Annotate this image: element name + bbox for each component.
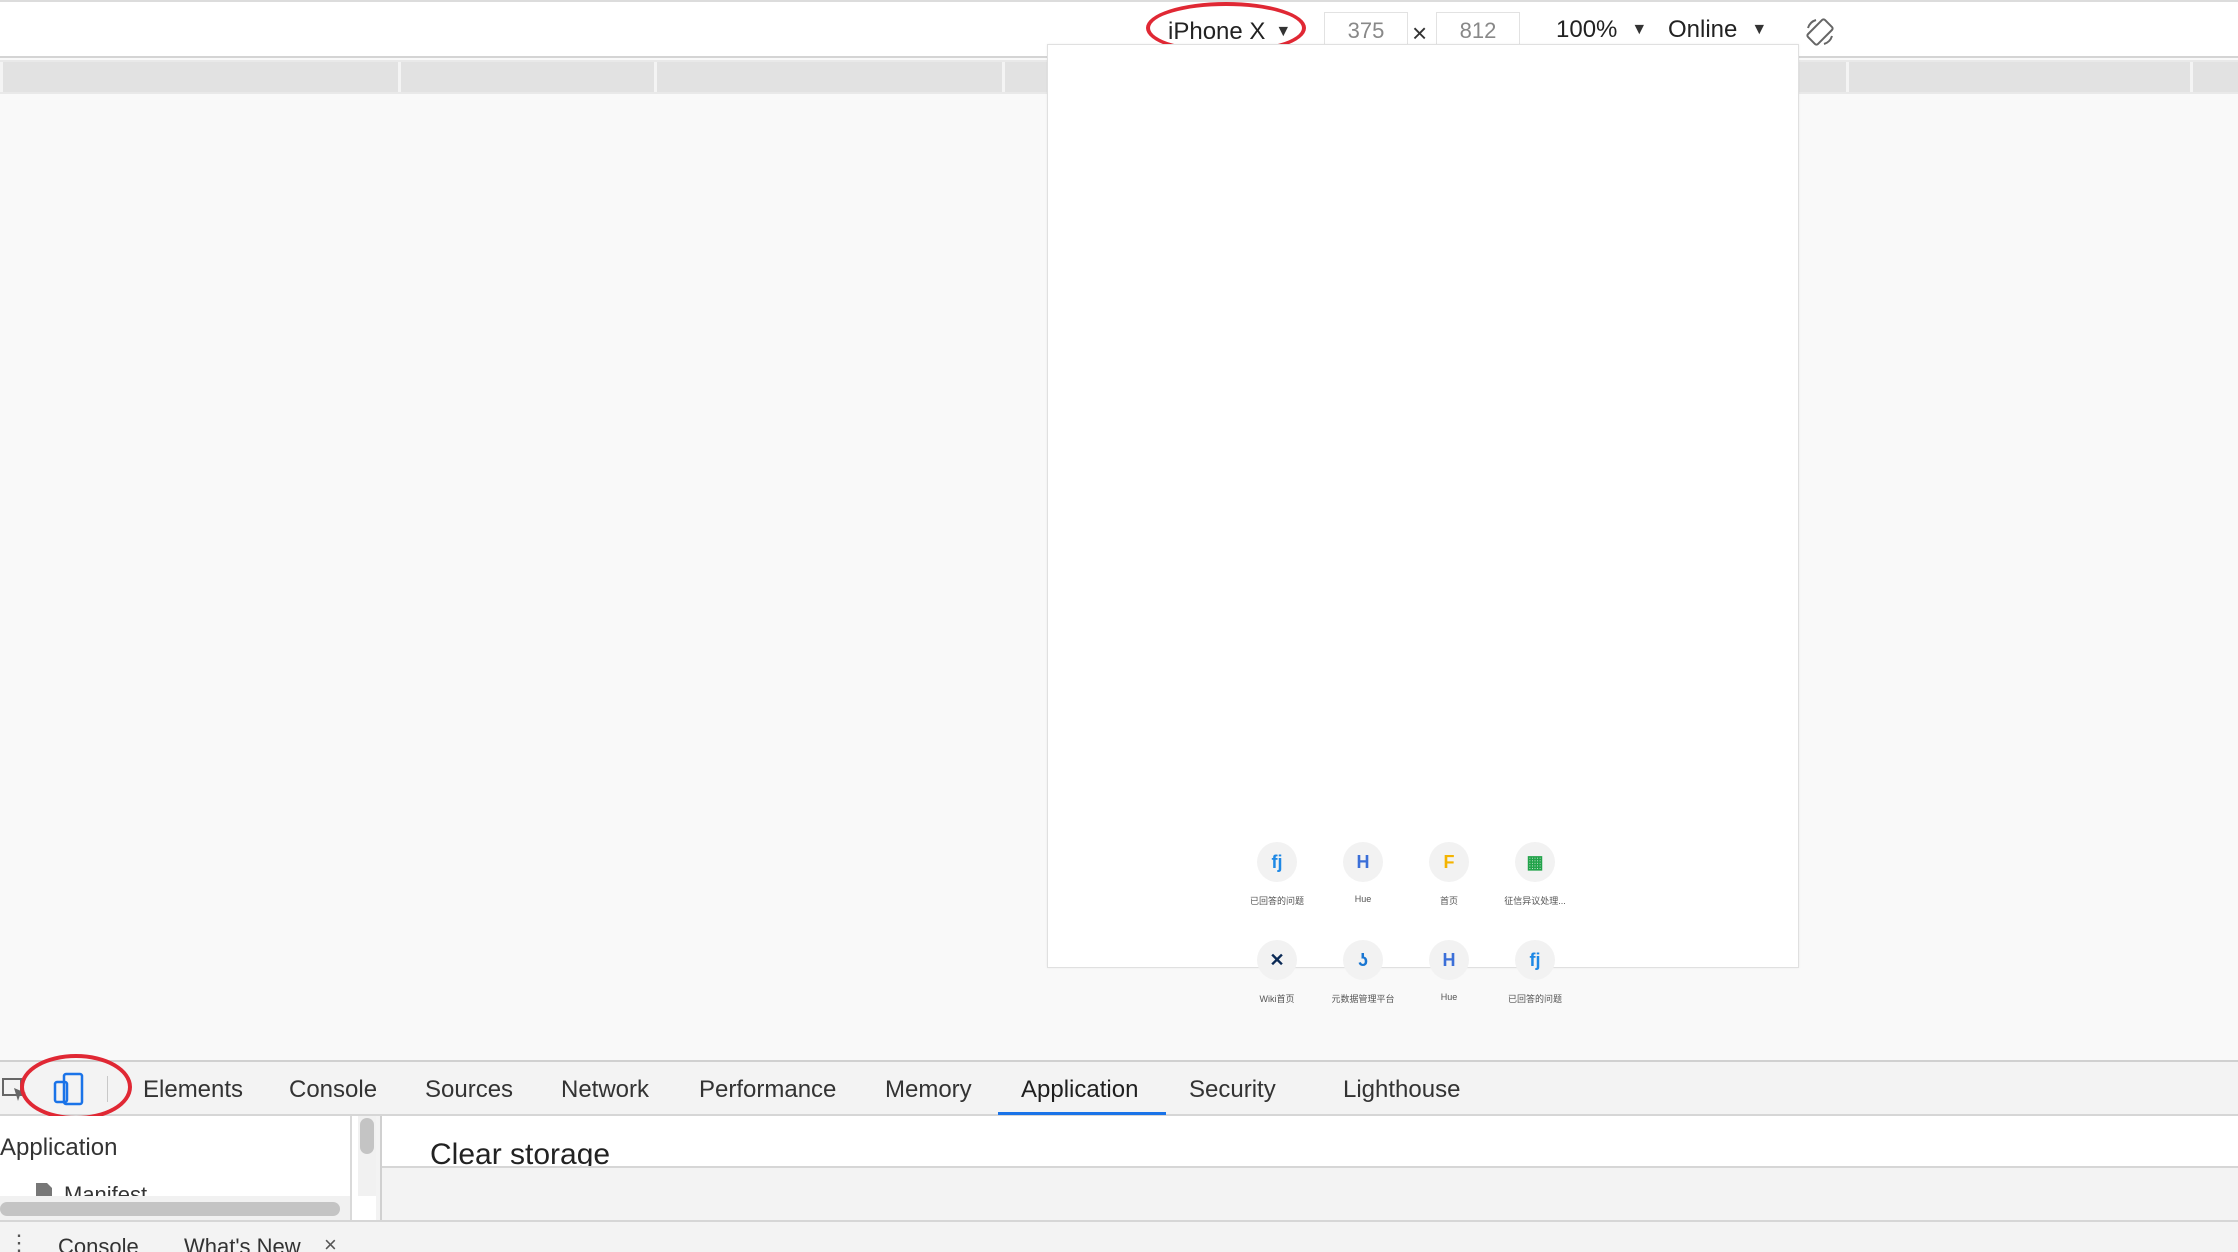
scrollbar-thumb[interactable] — [360, 1118, 374, 1154]
main-pane-lower — [382, 1168, 2238, 1220]
app-icon: ✕ — [1257, 940, 1297, 980]
media-query-segment[interactable] — [2190, 62, 2238, 92]
app-icon: H — [1343, 842, 1383, 882]
app-icon: ʖ — [1343, 940, 1383, 980]
devtools-tab-bar: Elements Console Sources Network Perform… — [0, 1060, 2238, 1116]
tab-console[interactable]: Console — [289, 1076, 377, 1104]
throttling-select[interactable]: Online ▼ — [1668, 16, 1767, 44]
sidebar-horizontal-scrollbar[interactable] — [0, 1196, 352, 1220]
app-icon: fj — [1515, 940, 1555, 980]
tab-application[interactable]: Application — [1021, 1076, 1138, 1104]
file-icon — [36, 1183, 52, 1196]
tab-lighthouse[interactable]: Lighthouse — [1343, 1076, 1460, 1104]
application-sidebar: Application Manifest — [0, 1116, 352, 1196]
sidebar-vertical-scrollbar[interactable] — [358, 1116, 376, 1196]
app-icon: H — [1429, 940, 1469, 980]
page-title: Clear storage — [430, 1138, 611, 1168]
app-item[interactable]: fj 已回答的问题 — [1480, 940, 1590, 1005]
device-name: iPhone X — [1168, 18, 1266, 45]
app-label: 已回答的问题 — [1507, 994, 1562, 1004]
tab-network[interactable]: Network — [561, 1076, 649, 1104]
drawer-tab-whats-new[interactable]: What's New — [184, 1234, 301, 1252]
tab-memory[interactable]: Memory — [885, 1076, 972, 1104]
inspect-element-icon[interactable] — [2, 1076, 28, 1102]
devtools-panel: Application Manifest Clear storage — [0, 1116, 2238, 1220]
chevron-down-icon: ▼ — [1275, 23, 1292, 40]
tab-security[interactable]: Security — [1189, 1076, 1276, 1104]
close-icon[interactable]: × — [324, 1232, 337, 1252]
media-query-segment[interactable] — [654, 62, 1002, 92]
more-menu-icon[interactable]: ⋮ — [8, 1230, 30, 1252]
main-pane: Clear storage — [382, 1116, 2238, 1168]
sidebar-section-title[interactable]: Application — [0, 1134, 117, 1162]
throttling-value: Online — [1668, 16, 1738, 43]
scrollbar-thumb[interactable] — [0, 1202, 340, 1216]
media-query-segment[interactable] — [1002, 62, 1052, 92]
app-label: 征信异议处理... — [1504, 896, 1566, 906]
sidebar-item-label: Manifest — [64, 1182, 148, 1196]
app-icon: fj — [1257, 842, 1297, 882]
app-icon: F — [1429, 842, 1469, 882]
media-query-segment[interactable] — [1794, 62, 1846, 92]
device-screen[interactable] — [1047, 44, 1799, 968]
chevron-down-icon: ▼ — [1631, 21, 1648, 38]
active-tab-indicator — [998, 1112, 1166, 1115]
media-query-segment[interactable] — [398, 62, 654, 92]
device-toggle-icon[interactable] — [52, 1072, 86, 1106]
drawer-tab-bar: ⋮ Console What's New × — [0, 1220, 2238, 1252]
drawer-tab-console[interactable]: Console — [58, 1234, 139, 1252]
zoom-select[interactable]: 100% ▼ — [1556, 16, 1647, 44]
app-item[interactable]: ▦ 征信异议处理... — [1480, 842, 1590, 907]
rotate-icon[interactable] — [1804, 16, 1836, 48]
tab-sources[interactable]: Sources — [425, 1076, 513, 1104]
tab-elements[interactable]: Elements — [143, 1076, 243, 1104]
sidebar-item-manifest[interactable]: Manifest — [34, 1182, 147, 1196]
app-icon: ▦ — [1515, 842, 1555, 882]
chevron-down-icon: ▼ — [1751, 21, 1768, 38]
tab-divider — [107, 1076, 108, 1102]
tab-performance[interactable]: Performance — [699, 1076, 836, 1104]
media-query-segment[interactable] — [0, 62, 398, 92]
zoom-value: 100% — [1556, 16, 1618, 43]
media-query-segment[interactable] — [1846, 62, 2190, 92]
